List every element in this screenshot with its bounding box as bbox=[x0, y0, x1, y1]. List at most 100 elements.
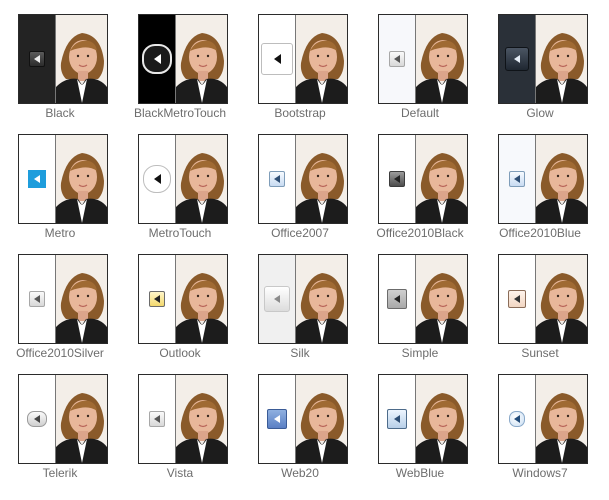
skin-preview[interactable] bbox=[138, 374, 228, 464]
collapsed-pane bbox=[19, 15, 55, 103]
content-pane bbox=[56, 135, 107, 223]
chevron-left-icon bbox=[34, 55, 40, 63]
expand-pane-button[interactable] bbox=[29, 51, 45, 67]
chevron-left-icon bbox=[34, 415, 40, 423]
expand-pane-button[interactable] bbox=[389, 51, 405, 67]
skin-label: Windows7 bbox=[512, 466, 568, 480]
content-pane bbox=[416, 375, 467, 463]
skin-tile[interactable]: Bootstrap bbox=[240, 0, 360, 120]
skin-tile[interactable]: Office2010Black bbox=[360, 120, 480, 240]
expand-pane-button[interactable] bbox=[387, 289, 407, 309]
chevron-left-icon bbox=[273, 54, 281, 64]
expand-pane-button[interactable] bbox=[389, 171, 405, 187]
skin-tile[interactable]: Default bbox=[360, 0, 480, 120]
content-pane bbox=[296, 15, 347, 103]
skin-preview[interactable] bbox=[378, 374, 468, 464]
content-pane bbox=[176, 255, 227, 343]
skin-tile[interactable]: Web20 bbox=[240, 360, 360, 480]
skin-tile[interactable]: Glow bbox=[480, 0, 600, 120]
skin-tile[interactable]: Metro bbox=[0, 120, 120, 240]
skin-tile[interactable]: WebBlue bbox=[360, 360, 480, 480]
skin-preview[interactable] bbox=[498, 14, 588, 104]
portrait-image bbox=[176, 255, 227, 343]
skin-preview[interactable] bbox=[258, 14, 348, 104]
expand-pane-button[interactable] bbox=[508, 290, 526, 308]
expand-pane-button[interactable] bbox=[505, 47, 529, 71]
chevron-left-icon bbox=[514, 55, 520, 63]
collapsed-pane bbox=[139, 255, 175, 343]
skin-tile[interactable]: MetroTouch bbox=[120, 120, 240, 240]
skin-tile[interactable]: Black bbox=[0, 0, 120, 120]
expand-pane-button[interactable] bbox=[149, 291, 165, 307]
content-pane bbox=[56, 255, 107, 343]
collapsed-pane bbox=[139, 15, 175, 103]
chevron-left-icon bbox=[394, 175, 400, 183]
skin-preview[interactable] bbox=[18, 374, 108, 464]
skin-preview[interactable] bbox=[378, 14, 468, 104]
collapsed-pane bbox=[499, 375, 535, 463]
expand-pane-button[interactable] bbox=[267, 409, 287, 429]
skin-label: Metro bbox=[44, 226, 76, 240]
collapsed-pane bbox=[19, 375, 55, 463]
content-pane bbox=[176, 15, 227, 103]
skin-tile[interactable]: Simple bbox=[360, 240, 480, 360]
portrait-image bbox=[296, 135, 347, 223]
skin-label: Outlook bbox=[159, 346, 201, 360]
collapsed-pane bbox=[259, 135, 295, 223]
skin-tile[interactable]: Outlook bbox=[120, 240, 240, 360]
expand-pane-button[interactable] bbox=[28, 170, 46, 188]
chevron-left-icon bbox=[34, 295, 40, 303]
content-pane bbox=[56, 15, 107, 103]
expand-pane-button[interactable] bbox=[509, 171, 525, 187]
skin-tile[interactable]: Office2010Silver bbox=[0, 240, 120, 360]
skin-preview[interactable] bbox=[138, 14, 228, 104]
skin-preview[interactable] bbox=[138, 254, 228, 344]
expand-pane-button[interactable] bbox=[387, 409, 407, 429]
portrait-image bbox=[536, 15, 587, 103]
collapsed-pane bbox=[259, 255, 295, 343]
collapsed-pane bbox=[499, 135, 535, 223]
skin-preview[interactable] bbox=[18, 254, 108, 344]
content-pane bbox=[536, 15, 587, 103]
skin-preview[interactable] bbox=[498, 254, 588, 344]
collapsed-pane bbox=[259, 15, 295, 103]
skin-preview[interactable] bbox=[498, 134, 588, 224]
skin-label: Office2007 bbox=[271, 226, 329, 240]
skin-label: Default bbox=[400, 106, 440, 120]
collapsed-pane bbox=[19, 135, 55, 223]
expand-pane-button[interactable] bbox=[142, 44, 172, 74]
content-pane bbox=[536, 255, 587, 343]
skin-tile[interactable]: BlackMetroTouch bbox=[120, 0, 240, 120]
skin-preview[interactable] bbox=[258, 134, 348, 224]
expand-pane-button[interactable] bbox=[149, 411, 165, 427]
skin-tile[interactable]: Silk bbox=[240, 240, 360, 360]
skin-preview[interactable] bbox=[378, 134, 468, 224]
skin-tile[interactable]: Sunset bbox=[480, 240, 600, 360]
skin-tile[interactable]: Telerik bbox=[0, 360, 120, 480]
expand-pane-button[interactable] bbox=[269, 171, 285, 187]
skin-preview[interactable] bbox=[258, 374, 348, 464]
portrait-image bbox=[296, 375, 347, 463]
expand-pane-button[interactable] bbox=[27, 411, 47, 427]
skin-gallery: Black BlackMetroTouch Bootstrap Default … bbox=[0, 0, 609, 500]
skin-preview[interactable] bbox=[498, 374, 588, 464]
skin-tile[interactable]: Office2010Blue bbox=[480, 120, 600, 240]
skin-preview[interactable] bbox=[258, 254, 348, 344]
skin-tile[interactable]: Office2007 bbox=[240, 120, 360, 240]
portrait-image bbox=[416, 375, 467, 463]
skin-preview[interactable] bbox=[18, 134, 108, 224]
expand-pane-button[interactable] bbox=[29, 291, 45, 307]
portrait-image bbox=[56, 255, 107, 343]
expand-pane-button[interactable] bbox=[509, 411, 525, 427]
skin-preview[interactable] bbox=[378, 254, 468, 344]
content-pane bbox=[296, 375, 347, 463]
skin-label: MetroTouch bbox=[148, 226, 212, 240]
portrait-image bbox=[296, 15, 347, 103]
skin-preview[interactable] bbox=[138, 134, 228, 224]
skin-tile[interactable]: Vista bbox=[120, 360, 240, 480]
skin-preview[interactable] bbox=[18, 14, 108, 104]
expand-pane-button[interactable] bbox=[261, 43, 293, 75]
skin-tile[interactable]: Windows7 bbox=[480, 360, 600, 480]
expand-pane-button[interactable] bbox=[264, 286, 290, 312]
expand-pane-button[interactable] bbox=[143, 165, 171, 193]
